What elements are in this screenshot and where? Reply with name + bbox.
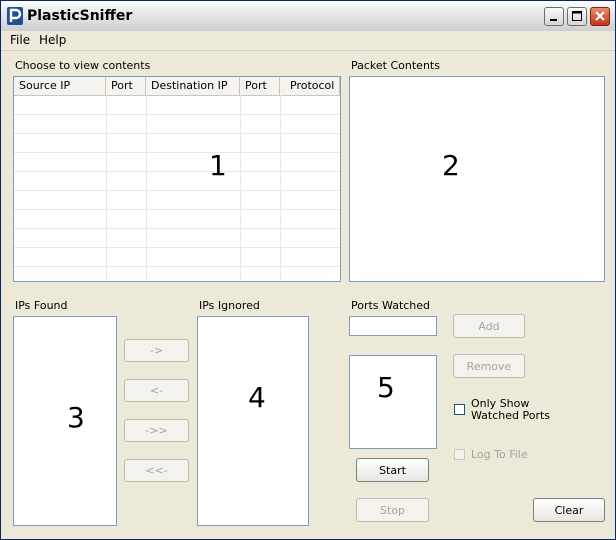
column-protocol[interactable]: Protocol — [280, 77, 340, 95]
grid-line — [14, 228, 340, 229]
ports-watched-list[interactable]: 5 — [349, 355, 437, 449]
packet-list-header: Source IP Port Destination IP Port Proto… — [14, 77, 340, 96]
grid-line — [240, 95, 241, 281]
column-source-port[interactable]: Port — [106, 77, 146, 95]
packet-contents-label: Packet Contents — [351, 59, 440, 72]
column-source-ip[interactable]: Source IP — [14, 77, 106, 95]
packet-list-label: Choose to view contents — [15, 59, 151, 72]
grid-line — [14, 190, 340, 191]
maximize-button[interactable] — [567, 7, 587, 26]
grid-line — [14, 133, 340, 134]
title-bar[interactable]: PlasticSniffer — [1, 1, 615, 32]
column-destination-port[interactable]: Port — [240, 77, 280, 95]
packet-contents-box[interactable]: 2 — [349, 76, 605, 282]
port-input-value — [350, 322, 353, 335]
move-left-button[interactable]: <- — [124, 379, 189, 402]
ports-watched-label: Ports Watched — [351, 299, 431, 312]
grid-line — [280, 95, 281, 281]
close-button[interactable] — [590, 7, 610, 26]
menu-divider — [1, 50, 615, 51]
minimize-icon — [550, 19, 557, 21]
menu-bar: File Help — [1, 31, 615, 50]
grid-line — [106, 95, 107, 281]
column-destination-ip[interactable]: Destination IP — [146, 77, 240, 95]
region-marker-5: 5 — [377, 371, 395, 404]
packet-list[interactable]: Source IP Port Destination IP Port Proto… — [13, 76, 341, 282]
menu-file[interactable]: File — [10, 33, 30, 47]
region-marker-1: 1 — [209, 149, 227, 182]
ips-ignored-list[interactable]: 4 — [197, 316, 309, 526]
maximize-icon — [572, 11, 582, 21]
grid-line — [14, 247, 340, 248]
minimize-button[interactable] — [544, 7, 564, 26]
window-title: PlasticSniffer — [27, 8, 133, 24]
grid-line — [14, 114, 340, 115]
ips-ignored-label: IPs Ignored — [199, 299, 260, 312]
region-marker-3: 3 — [67, 401, 85, 434]
move-right-button[interactable]: -> — [124, 339, 189, 362]
remove-port-button[interactable]: Remove — [453, 354, 525, 378]
port-input[interactable] — [349, 316, 437, 336]
app-logo-icon — [7, 7, 23, 25]
app-window: PlasticSniffer File Help Choose to view … — [0, 0, 616, 540]
grid-line — [14, 171, 340, 172]
clear-button[interactable]: Clear — [533, 498, 605, 522]
only-show-watched-label: Only Show Watched Ports — [471, 397, 551, 422]
only-show-watched-checkbox[interactable] — [454, 404, 465, 415]
grid-line — [14, 266, 340, 267]
region-marker-4: 4 — [248, 381, 266, 414]
stop-button[interactable]: Stop — [356, 498, 429, 522]
log-to-file-checkbox[interactable] — [454, 449, 465, 460]
grid-line — [146, 95, 147, 281]
grid-line — [14, 209, 340, 210]
ips-found-label: IPs Found — [15, 299, 68, 312]
ips-found-list[interactable]: 3 — [13, 316, 117, 526]
region-marker-2: 2 — [442, 149, 460, 182]
start-button[interactable]: Start — [356, 458, 429, 482]
menu-help[interactable]: Help — [39, 33, 66, 47]
log-to-file-label: Log To File — [471, 448, 528, 461]
add-port-button[interactable]: Add — [453, 314, 525, 338]
grid-line — [14, 152, 340, 153]
move-all-right-button[interactable]: ->> — [124, 419, 189, 442]
close-icon — [595, 11, 605, 21]
move-all-left-button[interactable]: <<- — [124, 459, 189, 482]
